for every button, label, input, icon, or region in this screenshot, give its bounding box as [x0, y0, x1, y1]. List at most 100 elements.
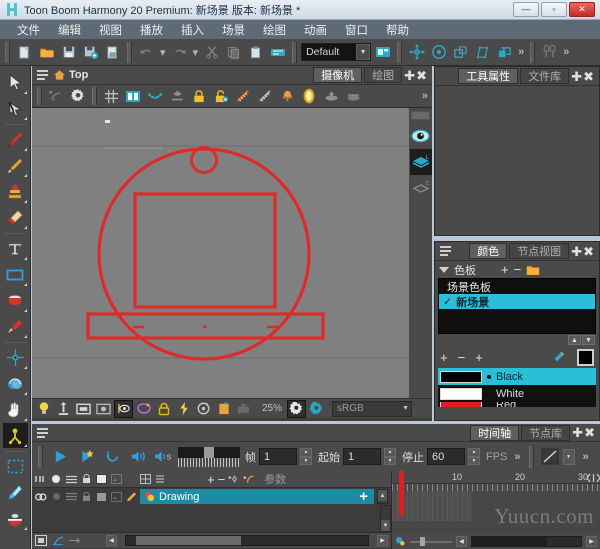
quick-preview-icon[interactable] — [174, 400, 193, 418]
add-layer-button[interactable]: + — [207, 473, 215, 486]
shade-icon[interactable] — [276, 86, 298, 106]
workspace-icon[interactable] — [372, 42, 393, 63]
toolbar-overflow-1[interactable]: » — [516, 46, 526, 58]
toolbar-grip-2[interactable] — [127, 42, 132, 63]
swatch-row-white[interactable]: White — [438, 385, 596, 402]
layer-row-drawing[interactable]: Drawing + — [140, 489, 374, 504]
tab-timeline[interactable]: 时间轴 — [470, 425, 519, 441]
menu-help[interactable]: 帮助 — [377, 21, 418, 39]
manage-icon[interactable] — [267, 42, 288, 63]
swatch-list[interactable]: Black White Red — [438, 368, 596, 407]
thumb-col-icon[interactable] — [110, 473, 122, 485]
tab-library[interactable]: 文件库 — [520, 68, 569, 84]
minimize-button[interactable]: — — [513, 2, 539, 17]
dropper-tool-icon[interactable] — [3, 314, 28, 339]
curve-icon[interactable] — [52, 535, 64, 547]
tab-camera[interactable]: 摄像机 — [313, 67, 362, 83]
eraser-tool-icon[interactable] — [3, 205, 28, 230]
rotate-icon[interactable] — [428, 42, 449, 63]
add-effect-icon[interactable] — [243, 473, 255, 485]
chevron-down-icon[interactable]: ▼ — [356, 44, 370, 60]
save-icon[interactable] — [58, 42, 79, 63]
layer-vscroll-bottom[interactable]: ▼ — [380, 505, 391, 532]
light-bulb-icon[interactable] — [34, 400, 53, 418]
palette-row-scene[interactable]: 场景色板 — [439, 279, 595, 294]
menu-play[interactable]: 播放 — [131, 21, 172, 39]
tools-icon[interactable] — [539, 42, 560, 63]
expand-frames-icon[interactable] — [586, 471, 600, 485]
export-icon[interactable] — [102, 42, 123, 63]
open-folder-icon[interactable] — [36, 42, 57, 63]
close-panel-button[interactable]: ✖ — [583, 70, 594, 83]
tab-node-view[interactable]: 节点视图 — [509, 243, 569, 259]
color-col-icon[interactable] — [95, 473, 107, 485]
expand-layer-button[interactable]: + — [359, 489, 368, 504]
scroll-up-button[interactable]: ▲ — [568, 335, 581, 345]
clone-colour-button[interactable]: + — [475, 351, 483, 364]
paste-icon[interactable] — [245, 42, 266, 63]
frame-hscroll-left[interactable]: ◀ — [456, 536, 467, 547]
palette-row-new-scene[interactable]: ✓ 新场景 — [439, 294, 595, 309]
layer-L-icon[interactable]: L — [410, 149, 432, 175]
lock-col-icon[interactable] — [50, 473, 62, 485]
layer-view-icon[interactable] — [139, 473, 151, 485]
cut-icon[interactable] — [201, 42, 222, 63]
add-palette-button[interactable]: + — [501, 263, 509, 276]
layer-C-icon[interactable]: C — [410, 175, 432, 201]
pivot-tool-icon[interactable] — [3, 345, 28, 370]
row-thumb-icon[interactable] — [110, 491, 122, 503]
menu-insert[interactable]: 插入 — [172, 21, 213, 39]
eye-icon[interactable] — [410, 123, 432, 149]
close-button[interactable]: ✕ — [569, 2, 595, 17]
swatch-row-red[interactable]: Red — [438, 402, 596, 407]
anim-col-icon[interactable] — [80, 473, 92, 485]
toolbar-overflow-2[interactable]: » — [561, 46, 571, 58]
maximize-button[interactable]: ▫ — [541, 2, 567, 17]
grid-icon[interactable] — [100, 86, 122, 106]
text-tool-icon[interactable] — [3, 236, 28, 261]
scroll-down-arrow[interactable]: ▼ — [381, 520, 390, 531]
redo-icon[interactable] — [169, 42, 190, 63]
subtoolbar-overflow[interactable]: » — [420, 90, 430, 102]
deform-tool-icon[interactable] — [3, 423, 28, 448]
cutter-tool-icon[interactable] — [3, 96, 28, 121]
scroll-down-button[interactable]: ▼ — [582, 335, 595, 345]
linear-curve-icon[interactable] — [540, 446, 560, 468]
hscroll-left-arrow[interactable]: ◀ — [106, 535, 117, 546]
row-lock-icon[interactable] — [80, 491, 92, 503]
rectangle-tool-icon[interactable] — [3, 262, 28, 287]
flatten-icon[interactable] — [166, 86, 188, 106]
anchor-icon[interactable] — [54, 400, 73, 418]
menu-view[interactable]: 视图 — [90, 21, 131, 39]
swatch-row-black[interactable]: Black — [438, 368, 596, 385]
thumbnail-toggle-icon[interactable] — [35, 535, 47, 547]
start-stepper[interactable]: ▲▼ — [384, 448, 396, 465]
ink-pot-tool-icon[interactable] — [3, 506, 28, 531]
stop-input[interactable]: 60 — [427, 448, 465, 465]
layer-hscrollbar[interactable] — [125, 535, 369, 546]
playhead[interactable] — [399, 471, 404, 515]
tab-tool-properties[interactable]: 工具属性 — [458, 68, 518, 84]
frame-cells[interactable] — [392, 491, 472, 521]
redo-dropdown-icon[interactable]: ▾ — [191, 46, 201, 59]
highlight-icon[interactable] — [298, 86, 320, 106]
add-colour-button[interactable]: + — [440, 351, 448, 364]
light-table-icon[interactable] — [232, 86, 254, 106]
row-color-icon[interactable] — [95, 491, 107, 503]
matte-icon[interactable] — [254, 86, 276, 106]
frame-zoom-slider[interactable] — [410, 537, 452, 546]
thumbnail-icon[interactable] — [94, 400, 113, 418]
stop-stepper[interactable]: ▲▼ — [468, 448, 480, 465]
menu-window[interactable]: 窗口 — [336, 21, 377, 39]
subtoolbar-grip-2[interactable] — [92, 87, 97, 105]
chevron-down-icon[interactable]: ▼ — [402, 405, 409, 412]
copy-icon[interactable] — [223, 42, 244, 63]
row-onion-icon[interactable] — [65, 491, 77, 503]
canvas-scroll-handle[interactable] — [411, 111, 430, 120]
start-input[interactable]: 1 — [343, 448, 381, 465]
lock-icon[interactable] — [188, 86, 210, 106]
zoom-level[interactable]: 25% — [262, 403, 282, 414]
add-colour-panel-button[interactable]: ✚ — [571, 245, 582, 258]
new-scene-icon[interactable] — [14, 42, 35, 63]
pen-icon[interactable] — [551, 350, 565, 364]
